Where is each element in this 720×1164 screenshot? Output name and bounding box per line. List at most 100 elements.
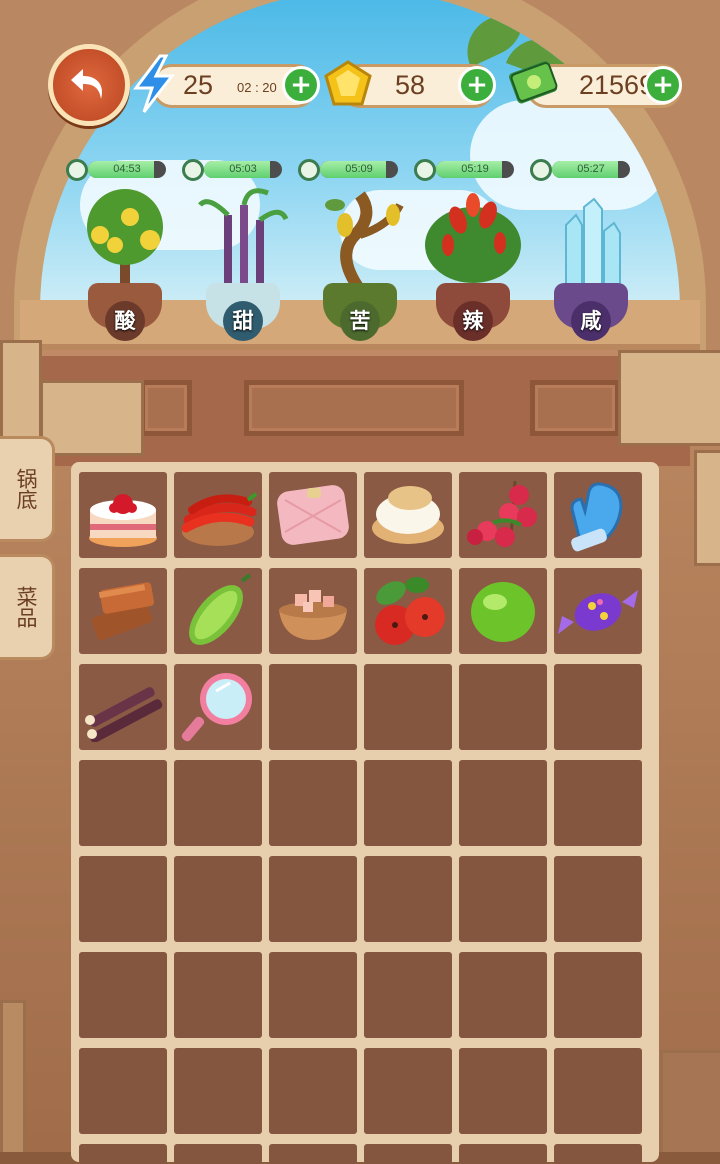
wooden-crate [660,1050,720,1152]
inventory-slot[interactable] [554,856,642,942]
pink-cushion-icon [269,472,357,558]
inventory-slot[interactable] [174,472,262,558]
tab-label: 锅底 [14,468,38,510]
inventory-slot[interactable] [79,760,167,846]
tab-dishes[interactable]: 菜品 [0,554,55,660]
inventory-slot[interactable] [269,760,357,846]
inventory-slot[interactable] [459,664,547,750]
inventory-slot[interactable] [554,472,642,558]
inventory-slot[interactable] [79,1144,167,1164]
inventory-slot[interactable] [459,1144,547,1164]
inventory-slot[interactable] [459,760,547,846]
inventory-panel [71,462,659,1164]
wooden-crate [0,340,42,446]
plant-timer: 05:27 [530,159,630,181]
back-arrow-icon [71,69,103,99]
energy-timer: 02 : 20 [237,80,277,95]
plant-sugarcane[interactable]: 甜 [188,185,298,345]
inventory-slot[interactable] [554,568,642,654]
back-button[interactable] [48,44,130,126]
chili-peppers-icon [174,472,262,558]
inventory-slot[interactable] [269,952,357,1038]
money-value: 21569 [579,70,655,100]
bitter-melon-plant-icon [325,191,404,294]
timer-text: 05:19 [461,163,489,175]
chili-plant-icon [425,193,521,283]
inventory-slot[interactable] [364,760,452,846]
plant-timer: 05:09 [298,159,398,181]
inventory-slot[interactable] [459,1048,547,1134]
taste-badge: 辣 [453,301,493,341]
plant-chili[interactable]: 辣 [418,185,528,345]
lychee-icon [459,472,547,558]
wooden-crate [694,450,720,566]
inventory-slot[interactable] [269,856,357,942]
inventory-slot[interactable] [364,1048,452,1134]
add-energy-button[interactable]: + [282,66,320,104]
inventory-slot[interactable] [174,1048,262,1134]
inventory-slot[interactable] [269,472,357,558]
timer-text: 05:27 [577,163,605,175]
timer-text: 04:53 [113,163,141,175]
inventory-slot[interactable] [459,856,547,942]
plant-timer: 05:03 [182,159,282,181]
clock-icon [182,159,204,181]
inventory-slot[interactable] [269,1048,357,1134]
inventory-slot[interactable] [269,568,357,654]
pink-mirror-icon [174,664,262,750]
inventory-slot[interactable] [174,952,262,1038]
inventory-slot[interactable] [174,856,262,942]
clock-icon [66,159,88,181]
inventory-slot[interactable] [364,664,452,750]
pink-salt-bowl-icon [269,568,357,654]
inventory-slot[interactable] [364,952,452,1038]
plant-lemon-tree[interactable]: 酸 [70,185,180,345]
taste-badge: 咸 [571,301,611,341]
counter-panel [244,380,464,436]
inventory-slot[interactable] [364,856,452,942]
inventory-slot[interactable] [554,1048,642,1134]
wooden-crate [40,380,144,456]
inventory-slot[interactable] [554,1144,642,1164]
plant-salt-crystal[interactable]: 咸 [536,185,646,345]
inventory-slot[interactable] [79,568,167,654]
gem-value: 58 [395,70,426,100]
inventory-slot[interactable] [459,472,547,558]
taste-badge: 甜 [223,301,263,341]
gem-icon [324,60,372,106]
taste-badge: 酸 [105,301,145,341]
inventory-slot[interactable] [269,1144,357,1164]
plant-bitter-melon[interactable]: 苦 [305,185,415,345]
inventory-slot[interactable] [364,568,452,654]
inventory-slot[interactable] [554,952,642,1038]
inventory-slot[interactable] [174,1144,262,1164]
timer-text: 05:03 [229,163,257,175]
add-money-button[interactable]: + [644,66,682,104]
bitter-melon-icon [174,568,262,654]
cake-icon [79,472,167,558]
clock-icon [298,159,320,181]
inventory-slot[interactable] [174,664,262,750]
inventory-slot[interactable] [79,1048,167,1134]
sugarcane-plant-icon [198,188,289,290]
wooden-crate [618,350,720,446]
inventory-slot[interactable] [459,568,547,654]
inventory-slot[interactable] [554,760,642,846]
brown-sugar-icon [79,568,167,654]
counter-panel [140,380,192,436]
inventory-slot[interactable] [79,952,167,1038]
sugarcane-icon [79,664,167,750]
inventory-slot[interactable] [364,1144,452,1164]
tab-pot-base[interactable]: 锅底 [0,436,55,542]
inventory-slot[interactable] [79,664,167,750]
inventory-slot[interactable] [174,760,262,846]
inventory-slot[interactable] [269,664,357,750]
inventory-slot[interactable] [459,952,547,1038]
inventory-slot[interactable] [174,568,262,654]
add-gems-button[interactable]: + [458,66,496,104]
inventory-slot[interactable] [79,472,167,558]
inventory-slot[interactable] [79,856,167,942]
counter-panel [530,380,620,436]
inventory-slot[interactable] [364,472,452,558]
inventory-slot[interactable] [554,664,642,750]
